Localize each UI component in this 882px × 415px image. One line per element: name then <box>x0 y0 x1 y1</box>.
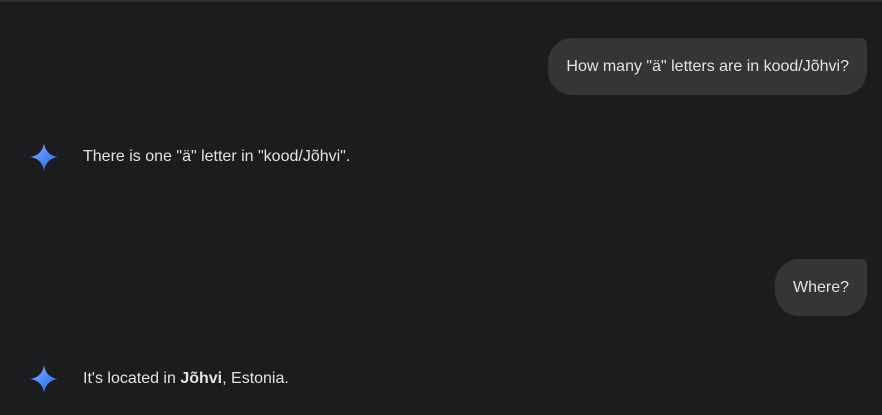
model-response: It's located in Jõhvi, Estonia. <box>28 363 289 395</box>
user-message-text: How many "ä" letters are in kood/Jõhvi? <box>566 57 849 75</box>
model-response-text: There is one "ä" letter in "kood/Jõhvi". <box>83 148 351 165</box>
model-response-text: It's located in Jõhvi, Estonia. <box>83 369 289 389</box>
location-bold: Jõhvi <box>180 370 223 387</box>
gemini-spark-icon <box>28 363 60 395</box>
model-response: There is one "ä" letter in "kood/Jõhvi". <box>28 141 350 173</box>
top-divider <box>0 0 882 2</box>
user-message-bubble: How many "ä" letters are in kood/Jõhvi? <box>548 38 867 95</box>
model-response-prefix: It's located in <box>83 370 181 387</box>
gemini-spark-icon <box>28 141 60 173</box>
user-message-text: Where? <box>792 278 849 296</box>
user-message-bubble: Where? <box>774 259 867 316</box>
model-response-suffix: , Estonia. <box>222 370 289 387</box>
